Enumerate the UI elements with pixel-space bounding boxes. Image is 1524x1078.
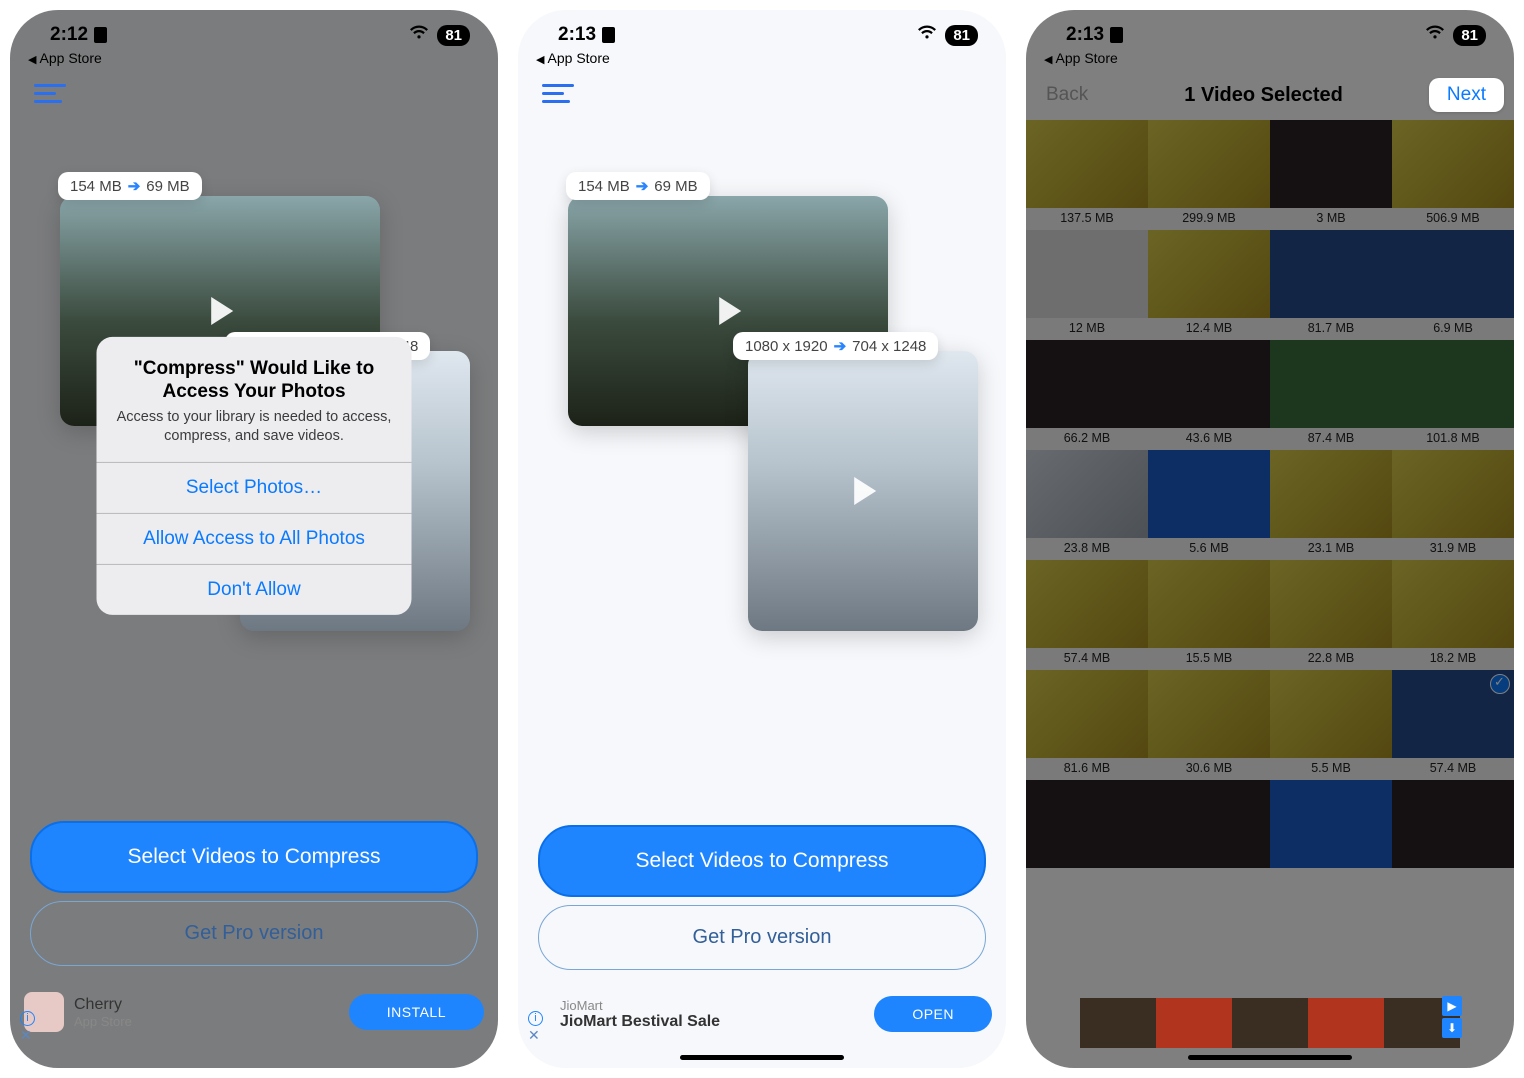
ad-banner[interactable]: i ✕ Cherry App Store INSTALL xyxy=(10,984,498,1050)
size-label: 154 MB ➔ 69 MB xyxy=(566,172,710,200)
arrow-icon: ➔ xyxy=(636,177,649,195)
alert-option-allow-all[interactable]: Allow Access to All Photos xyxy=(97,513,412,564)
ad-cta-button[interactable]: OPEN xyxy=(874,996,992,1032)
card-icon xyxy=(94,27,107,43)
select-videos-button[interactable]: Select Videos to Compress xyxy=(538,825,986,897)
phone-screen-1: 2:12 81 App Store 154 MB ➔ 69 MB 1080 x … xyxy=(10,10,498,1068)
size-to: 69 MB xyxy=(146,178,189,195)
status-bar: 2:12 81 xyxy=(10,10,498,50)
selection-header: Back 1 Video Selected Next xyxy=(1026,72,1514,120)
status-time: 2:12 xyxy=(50,24,88,46)
hero-card-portrait xyxy=(748,351,978,631)
size-from: 154 MB xyxy=(578,178,630,195)
ad-close-icon[interactable]: ✕ xyxy=(528,1027,540,1044)
screen-dimmer xyxy=(1026,10,1514,1068)
ad-banner[interactable]: ▶ ⬇ xyxy=(1080,998,1460,1048)
res-from: 1080 x 1920 xyxy=(745,338,828,355)
ad-download-icon[interactable]: ⬇ xyxy=(1442,1018,1462,1038)
ad-subtitle: App Store xyxy=(74,1014,339,1029)
arrow-icon: ➔ xyxy=(128,177,141,195)
back-button[interactable]: Back xyxy=(1036,78,1098,112)
size-from: 154 MB xyxy=(70,178,122,195)
wifi-icon xyxy=(1425,24,1445,46)
size-label: 154 MB ➔ 69 MB xyxy=(58,172,202,200)
back-to-appstore[interactable]: App Store xyxy=(518,50,1006,72)
alert-title: "Compress" Would Like to Access Your Pho… xyxy=(115,356,394,404)
status-bar: 2:13 81 xyxy=(1026,10,1514,50)
status-time: 2:13 xyxy=(1066,24,1104,46)
battery-badge: 81 xyxy=(437,25,470,46)
ad-subtitle: JioMart xyxy=(560,998,864,1013)
battery-badge: 81 xyxy=(945,25,978,46)
back-to-appstore[interactable]: App Store xyxy=(1026,50,1514,72)
status-time: 2:13 xyxy=(558,24,596,46)
resolution-label: 1080 x 1920 ➔ 704 x 1248 xyxy=(733,332,938,360)
back-to-appstore[interactable]: App Store xyxy=(10,50,498,72)
hero-graphic: 154 MB ➔ 69 MB 1080 x 1920 ➔ 704 x 1248 xyxy=(538,116,986,817)
wifi-icon xyxy=(917,24,937,46)
ad-cta-button[interactable]: INSTALL xyxy=(349,994,484,1030)
phone-screen-3: 2:13 81 App Store Back 1 Video Selected … xyxy=(1026,10,1514,1068)
selection-title: 1 Video Selected xyxy=(1184,84,1343,107)
get-pro-button[interactable]: Get Pro version xyxy=(538,905,986,970)
photo-permission-alert: "Compress" Would Like to Access Your Pho… xyxy=(97,336,412,614)
ad-info-icon[interactable]: i xyxy=(20,1011,35,1026)
ad-info-icon[interactable]: ▶ xyxy=(1442,996,1462,1016)
card-icon xyxy=(1110,27,1123,43)
alert-message: Access to your library is needed to acce… xyxy=(115,408,394,446)
alert-option-dont-allow[interactable]: Don't Allow xyxy=(97,564,412,615)
menu-icon[interactable] xyxy=(542,84,576,106)
battery-badge: 81 xyxy=(1453,25,1486,46)
select-videos-button[interactable]: Select Videos to Compress xyxy=(30,821,478,893)
status-bar: 2:13 81 xyxy=(518,10,1006,50)
menu-icon[interactable] xyxy=(34,84,68,106)
card-icon xyxy=(602,27,615,43)
ad-info-icon[interactable]: i xyxy=(528,1011,543,1026)
arrow-icon: ➔ xyxy=(834,337,847,355)
ad-close-icon[interactable]: ✕ xyxy=(20,1027,32,1044)
wifi-icon xyxy=(409,24,429,46)
get-pro-button[interactable]: Get Pro version xyxy=(30,901,478,966)
ad-title: Cherry xyxy=(74,996,339,1014)
phone-screen-2: 2:13 81 App Store 154 MB ➔ 69 MB 1080 x … xyxy=(518,10,1006,1068)
ad-banner[interactable]: i ✕ JioMart JioMart Bestival Sale OPEN xyxy=(518,988,1006,1050)
home-indicator xyxy=(680,1055,844,1060)
next-button[interactable]: Next xyxy=(1429,78,1504,112)
alert-option-select-photos[interactable]: Select Photos… xyxy=(97,462,412,513)
size-to: 69 MB xyxy=(654,178,697,195)
res-to: 704 x 1248 xyxy=(852,338,926,355)
ad-title: JioMart Bestival Sale xyxy=(560,1013,864,1031)
